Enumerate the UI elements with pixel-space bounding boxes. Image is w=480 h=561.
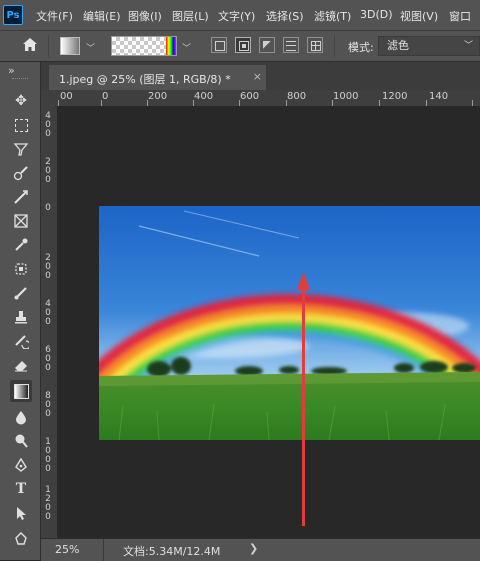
menu-edit[interactable]: 编辑(E) xyxy=(83,8,121,24)
eyedropper-icon[interactable] xyxy=(10,234,32,256)
status-menu-arrow-icon[interactable]: ❯ xyxy=(249,542,258,555)
document-tab-title: 1.jpeg @ 25% (图层 1, RGB/8) * xyxy=(59,73,231,86)
chevron-down-icon: ﹀ xyxy=(463,41,473,51)
stamp-icon[interactable] xyxy=(10,306,32,328)
ruler-label: 600 xyxy=(45,345,51,373)
brush-icon[interactable] xyxy=(10,282,32,304)
ruler-label: 1200 xyxy=(45,485,51,522)
ruler-label: 1000 xyxy=(333,91,359,102)
chevron-down-icon[interactable]: ﹀ xyxy=(86,41,95,54)
quick-select-icon[interactable] xyxy=(10,162,32,184)
separator xyxy=(103,539,104,561)
tools-panel: » ✥ T xyxy=(0,62,41,560)
frame-icon[interactable] xyxy=(10,210,32,232)
zoom-level[interactable]: 25% xyxy=(55,543,79,556)
canvas-area[interactable] xyxy=(57,106,480,538)
status-bar: 25% 文档:5.34M/12.4M ❯ xyxy=(41,538,480,561)
ruler-label: 0 xyxy=(102,91,109,102)
reflected-gradient-button[interactable] xyxy=(283,37,299,53)
photoshop-logo[interactable]: Ps xyxy=(3,5,23,25)
ruler-label: 800 xyxy=(45,391,51,419)
move-icon[interactable]: ✥ xyxy=(10,90,32,112)
history-brush-icon[interactable] xyxy=(10,330,32,352)
menu-file[interactable]: 文件(F) xyxy=(36,8,73,24)
home-icon[interactable] xyxy=(22,37,38,56)
menu-bar: Ps 文件(F) 编辑(E) 图像(I) 图层(L) 文字(Y) 选择(S) 滤… xyxy=(0,0,480,31)
type-icon[interactable]: T xyxy=(10,478,32,500)
menu-layer[interactable]: 图层(L) xyxy=(172,8,209,24)
healing-icon[interactable] xyxy=(10,258,32,280)
menu-view[interactable]: 视图(V) xyxy=(400,8,438,24)
rainbow-landscape-image[interactable] xyxy=(99,206,480,440)
ruler-label: 140 xyxy=(429,91,449,102)
landscape-scene xyxy=(99,210,480,440)
menu-3d[interactable]: 3D(D) xyxy=(360,8,393,21)
close-icon[interactable]: × xyxy=(253,70,262,83)
separator xyxy=(334,35,335,57)
path-select-icon[interactable] xyxy=(10,502,32,524)
crop-icon[interactable] xyxy=(10,186,32,208)
blend-mode-label: 模式: xyxy=(348,41,374,54)
ruler-label: 200 xyxy=(148,91,168,102)
separator xyxy=(48,35,49,57)
ruler-label: 0 xyxy=(45,203,51,213)
gradient-tool-preset-icon[interactable] xyxy=(60,37,80,55)
ruler-label: 400 xyxy=(45,111,51,139)
vertical-ruler[interactable]: 400 200 0 200 400 600 800 1000 1200 xyxy=(41,106,58,538)
lasso-icon[interactable] xyxy=(10,138,32,160)
ruler-label: 800 xyxy=(287,91,307,102)
blur-icon[interactable] xyxy=(10,406,32,428)
menu-type[interactable]: 文字(Y) xyxy=(218,8,255,24)
radial-gradient-button[interactable] xyxy=(235,37,251,53)
document-tab-bar: 1.jpeg @ 25% (图层 1, RGB/8) * × xyxy=(41,62,480,90)
chevron-down-icon[interactable]: ﹀ xyxy=(182,41,191,54)
document-info: 文档:5.34M/12.4M xyxy=(123,545,221,558)
ruler-label: 00 xyxy=(60,91,73,102)
ruler-origin[interactable] xyxy=(41,90,57,106)
blend-mode-value: 滤色 xyxy=(387,39,409,52)
menu-select[interactable]: 选择(S) xyxy=(266,8,304,24)
linear-gradient-button[interactable] xyxy=(211,37,227,53)
pen-icon[interactable] xyxy=(10,454,32,476)
panel-collapse-icon[interactable]: » xyxy=(8,64,15,77)
ruler-label: 1200 xyxy=(382,91,408,102)
menu-window[interactable]: 窗口 xyxy=(449,8,471,24)
eraser-icon[interactable] xyxy=(10,354,32,376)
ruler-label: 200 xyxy=(45,157,51,185)
blend-mode-select[interactable]: 滤色 ﹀ xyxy=(378,36,480,56)
menu-filter[interactable]: 滤镜(T) xyxy=(314,8,351,24)
ruler-label: 200 xyxy=(45,253,51,281)
ruler-label: 400 xyxy=(45,299,51,327)
diamond-gradient-button[interactable] xyxy=(307,37,323,53)
ruler-label: 600 xyxy=(240,91,260,102)
rainbow-gradient-swatch xyxy=(166,37,176,55)
document-tab[interactable]: 1.jpeg @ 25% (图层 1, RGB/8) * × xyxy=(49,65,266,90)
horizontal-ruler[interactable]: 00 0 200 400 600 800 1000 1200 140 xyxy=(57,90,480,107)
ruler-label: 400 xyxy=(194,91,214,102)
dodge-icon[interactable] xyxy=(10,430,32,452)
shape-icon[interactable] xyxy=(10,528,32,550)
panel-grip[interactable] xyxy=(12,78,28,81)
gradient-picker[interactable] xyxy=(111,36,177,56)
marquee-icon[interactable] xyxy=(10,114,32,136)
angle-gradient-button[interactable] xyxy=(259,37,275,53)
ruler-label: 1000 xyxy=(45,437,51,474)
menu-image[interactable]: 图像(I) xyxy=(128,8,162,24)
gradient-icon[interactable] xyxy=(10,380,32,402)
